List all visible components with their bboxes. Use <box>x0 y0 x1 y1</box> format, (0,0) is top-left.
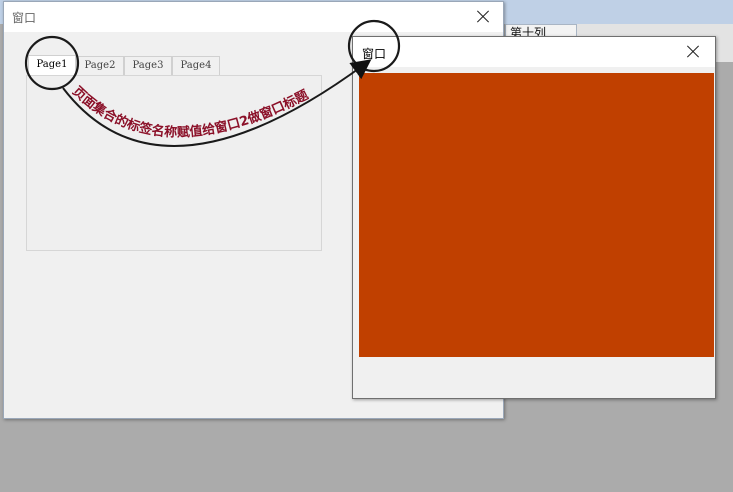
tab-highlight-circle <box>24 35 80 91</box>
title-highlight-circle <box>347 19 401 73</box>
annotation-text: 页面集合的标签名称赋值给窗口2做窗口标题 <box>69 84 312 141</box>
annotation-textpath: 页面集合的标签名称赋值给窗口2做窗口标题 <box>69 84 312 141</box>
annotation-overlay: 页面集合的标签名称赋值给窗口2做窗口标题 <box>24 19 401 148</box>
